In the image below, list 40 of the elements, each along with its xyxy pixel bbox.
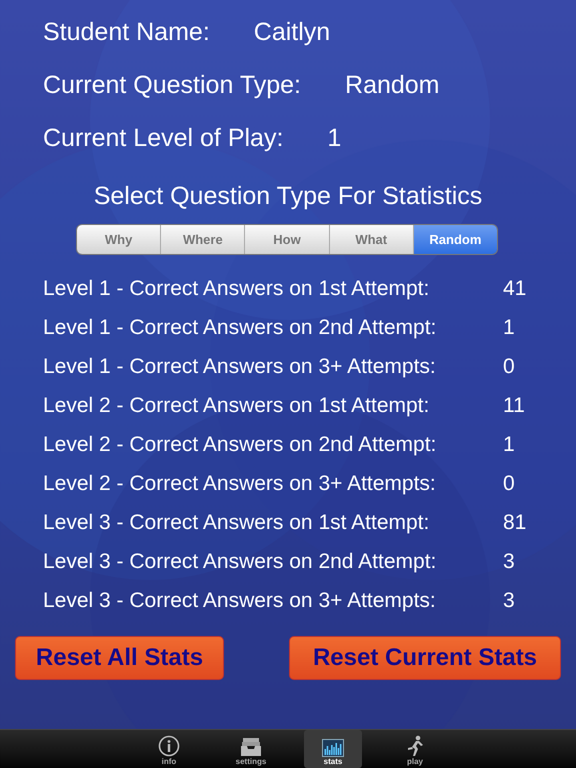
segment-button[interactable]: Random	[414, 225, 497, 254]
stat-label: Level 3 - Correct Answers on 1st Attempt:	[43, 510, 430, 534]
reset-button[interactable]: Reset Current Stats	[289, 636, 561, 680]
segment-button[interactable]: What	[330, 225, 414, 254]
stat-label: Level 3 - Correct Answers on 3+ Attempts:	[43, 588, 437, 612]
info-label: Student Name:	[43, 17, 210, 48]
stat-label: Level 3 - Correct Answers on 2nd Attempt:	[43, 550, 438, 574]
reset-button[interactable]: Reset All Stats	[15, 636, 224, 680]
segment-button[interactable]: Why	[77, 225, 162, 254]
stat-label: Level 1 - Correct Answers on 3+ Attempts:	[43, 354, 437, 378]
stat-label: Level 1 - Correct Answers on 1st Attempt:	[43, 276, 430, 300]
info-value: Random	[345, 70, 440, 101]
stat-value: 1	[503, 316, 515, 340]
info-value: Caitlyn	[254, 17, 330, 48]
segment-button[interactable]: How	[245, 225, 330, 254]
stat-value: 0	[503, 354, 515, 378]
stat-value: 41	[503, 276, 526, 300]
section-heading: Select Question Type For Statistics	[92, 181, 484, 212]
stat-value: 3	[503, 550, 515, 574]
stat-value: 11	[503, 394, 525, 418]
info-label: Current Question Type:	[43, 70, 302, 101]
stat-value: 0	[503, 472, 515, 496]
stat-label: Level 2 - Correct Answers on 2nd Attempt:	[43, 432, 438, 456]
bar-chart-icon	[322, 739, 344, 757]
segment-button[interactable]: Where	[161, 225, 246, 254]
tray-icon	[240, 737, 262, 757]
info-icon	[158, 735, 180, 757]
tab-item[interactable]: stats	[304, 730, 362, 768]
stat-label: Level 2 - Correct Answers on 3+ Attempts:	[43, 472, 437, 496]
stat-value: 1	[503, 432, 515, 456]
stat-label: Level 1 - Correct Answers on 2nd Attempt:	[43, 316, 438, 340]
tab-item[interactable]: play	[386, 730, 444, 768]
tab-item[interactable]: settings	[222, 730, 280, 768]
stat-label: Level 2 - Correct Answers on 1st Attempt:	[43, 394, 430, 418]
stat-value: 81	[503, 510, 526, 534]
tab-item[interactable]: info	[140, 730, 198, 768]
running-figure-icon	[406, 735, 424, 757]
info-label: Current Level of Play:	[43, 123, 284, 154]
info-value: 1	[327, 123, 342, 154]
stat-value: 3	[503, 588, 515, 612]
